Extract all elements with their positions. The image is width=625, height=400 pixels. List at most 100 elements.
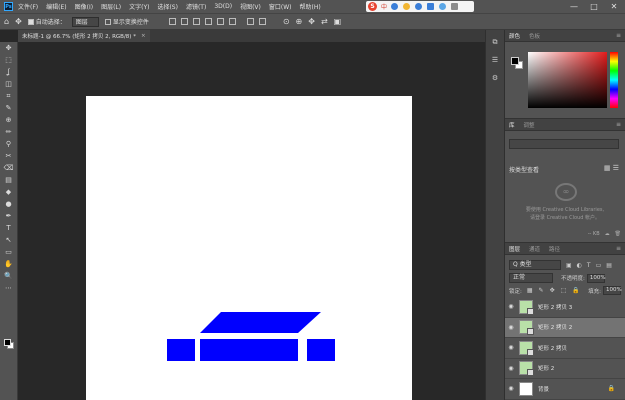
cloud-icon[interactable]: ☁ xyxy=(605,231,610,237)
toolbox-icon[interactable] xyxy=(451,3,459,10)
history-icon[interactable]: ⧉ xyxy=(490,38,500,48)
align-left-icon[interactable] xyxy=(204,18,212,25)
lock-pixels-icon[interactable]: ✎ xyxy=(539,287,544,294)
menu-type[interactable]: 文字(Y) xyxy=(129,2,149,11)
menu-select[interactable]: 选择(S) xyxy=(157,2,178,11)
align-bottom-icon[interactable] xyxy=(192,18,200,25)
3d-scale-icon[interactable]: ▣ xyxy=(334,17,342,26)
marquee-tool-icon[interactable]: ⬚ xyxy=(0,54,17,66)
menu-image[interactable]: 图像(I) xyxy=(75,2,93,11)
gradient-tool-icon[interactable]: ▤ xyxy=(0,174,17,186)
align-center-icon[interactable] xyxy=(216,18,224,25)
hue-slider[interactable] xyxy=(610,52,618,108)
ime-toolbar[interactable]: S 中 xyxy=(366,1,474,12)
hand-tool-icon[interactable]: ✋ xyxy=(0,258,17,270)
filter-smart-icon[interactable]: ▤ xyxy=(606,262,612,269)
filter-type-icon[interactable]: T xyxy=(587,262,591,269)
panel-menu-icon[interactable]: ≡ xyxy=(616,121,621,128)
pen-tool-icon[interactable]: ✒ xyxy=(0,210,17,222)
layer-shape-right-rect[interactable] xyxy=(307,339,335,361)
filter-pixel-icon[interactable]: ▣ xyxy=(566,262,572,269)
3d-rotate-icon[interactable]: ⊕ xyxy=(296,17,303,26)
lasso-tool-icon[interactable]: ʆ xyxy=(0,66,17,78)
menu-help[interactable]: 帮助(H) xyxy=(300,2,321,11)
dodge-tool-icon[interactable]: ● xyxy=(0,198,17,210)
zoom-tool-icon[interactable]: 🔍 xyxy=(0,270,17,282)
layer-row[interactable]: ◉ 矩形 2 拷贝 xyxy=(505,338,625,359)
layer-row[interactable]: ◉ 背景 🔒 xyxy=(505,379,625,400)
delete-icon[interactable]: 🗑 xyxy=(615,231,621,237)
more-options-icon[interactable] xyxy=(258,18,266,25)
more-tools-icon[interactable]: ⋯ xyxy=(0,282,17,294)
path-select-tool-icon[interactable]: ↖ xyxy=(0,234,17,246)
home-icon[interactable]: ⌂ xyxy=(4,17,9,26)
layer-kind-filter[interactable]: Q 类型 xyxy=(509,260,561,270)
skin-icon[interactable] xyxy=(439,3,447,10)
tab-libraries[interactable]: 库 xyxy=(509,121,515,129)
blend-mode-dropdown[interactable]: 正常 xyxy=(509,273,553,283)
menu-layer[interactable]: 图层(L) xyxy=(101,2,121,11)
tab-adjustments[interactable]: 调整 xyxy=(524,121,535,129)
3d-mode-icon[interactable]: ⊙ xyxy=(283,17,290,26)
microphone-icon[interactable] xyxy=(415,3,423,10)
healing-brush-tool-icon[interactable]: ⊕ xyxy=(0,114,17,126)
group-by-type-dropdown[interactable]: 按类型查看 xyxy=(509,165,539,174)
visibility-eye-icon[interactable]: ◉ xyxy=(505,344,517,351)
lock-position-icon[interactable]: ✥ xyxy=(550,287,555,294)
3d-pan-icon[interactable]: ✥ xyxy=(308,17,315,26)
menu-filter[interactable]: 滤镜(T) xyxy=(186,2,206,11)
quick-select-tool-icon[interactable]: ◫ xyxy=(0,78,17,90)
align-top-icon[interactable] xyxy=(168,18,176,25)
punctuation-icon[interactable] xyxy=(391,3,399,10)
ime-mode[interactable]: 中 xyxy=(381,2,387,11)
clone-stamp-tool-icon[interactable]: ⚲ xyxy=(0,138,17,150)
auto-select-dropdown[interactable]: 图层 xyxy=(71,16,99,27)
tab-paths[interactable]: 路径 xyxy=(549,245,560,253)
layer-row[interactable]: ◉ 矩形 2 xyxy=(505,359,625,379)
history-brush-tool-icon[interactable]: ✂ xyxy=(0,150,17,162)
align-middle-icon[interactable] xyxy=(180,18,188,25)
panel-menu-icon[interactable]: ≡ xyxy=(616,245,621,252)
document-canvas[interactable] xyxy=(86,96,412,400)
menu-view[interactable]: 视图(V) xyxy=(240,2,261,11)
tab-layers[interactable]: 图层 xyxy=(509,245,520,253)
layer-shape-top-parallelogram[interactable] xyxy=(200,312,321,333)
keyboard-icon[interactable] xyxy=(427,3,435,10)
emoji-icon[interactable] xyxy=(403,3,411,10)
menu-3d[interactable]: 3D(D) xyxy=(214,3,232,10)
panel-menu-icon[interactable]: ≡ xyxy=(616,32,621,39)
lock-transparent-icon[interactable]: ▦ xyxy=(527,287,533,294)
align-right-icon[interactable] xyxy=(228,18,236,25)
filter-adjustment-icon[interactable]: ◐ xyxy=(577,262,582,269)
eyedropper-tool-icon[interactable]: ✎ xyxy=(0,102,17,114)
canvas-area[interactable] xyxy=(18,42,485,400)
rectangle-tool-icon[interactable]: ▭ xyxy=(0,246,17,258)
menu-edit[interactable]: 编辑(E) xyxy=(46,2,66,11)
menu-window[interactable]: 窗口(W) xyxy=(269,2,292,11)
move-tool-icon[interactable]: ✥ xyxy=(0,42,17,54)
move-tool-icon[interactable]: ✥ xyxy=(15,17,22,26)
document-tab[interactable]: 未标题-1 @ 66.7% (矩形 2 拷贝 2, RGB/8) * × xyxy=(18,30,150,42)
eraser-tool-icon[interactable]: ⌫ xyxy=(0,162,17,174)
sogou-logo-icon[interactable]: S xyxy=(368,2,377,11)
visibility-eye-icon[interactable]: ◉ xyxy=(505,303,517,310)
menu-file[interactable]: 文件(F) xyxy=(18,2,38,11)
layer-shape-middle-rect[interactable] xyxy=(200,339,298,361)
layer-row[interactable]: ◉ 矩形 2 拷贝 2 xyxy=(505,317,625,338)
lock-artboard-icon[interactable]: ⬚ xyxy=(561,287,567,294)
tab-channels[interactable]: 通道 xyxy=(529,245,540,253)
view-toggle-icon[interactable]: ▦ ☰ xyxy=(604,164,619,172)
opacity-input[interactable]: 100% xyxy=(586,273,606,283)
maximize-button[interactable]: □ xyxy=(587,2,601,11)
auto-select-checkbox[interactable] xyxy=(27,18,34,25)
filter-shape-icon[interactable]: ▭ xyxy=(596,262,602,269)
document-tab-close-icon[interactable]: × xyxy=(141,33,146,39)
minimize-button[interactable]: — xyxy=(567,2,581,11)
layer-row[interactable]: ◉ 矩形 2 拷贝 3 xyxy=(505,297,625,318)
layer-shape-left-rect[interactable] xyxy=(167,339,195,361)
show-transform-checkbox[interactable] xyxy=(104,18,111,25)
adjust-icon[interactable]: ⚙ xyxy=(490,74,500,84)
crop-tool-icon[interactable]: ⌗ xyxy=(0,90,17,102)
color-panel-foreground-swatch[interactable] xyxy=(511,57,519,65)
fill-input[interactable]: 100% xyxy=(603,286,622,295)
